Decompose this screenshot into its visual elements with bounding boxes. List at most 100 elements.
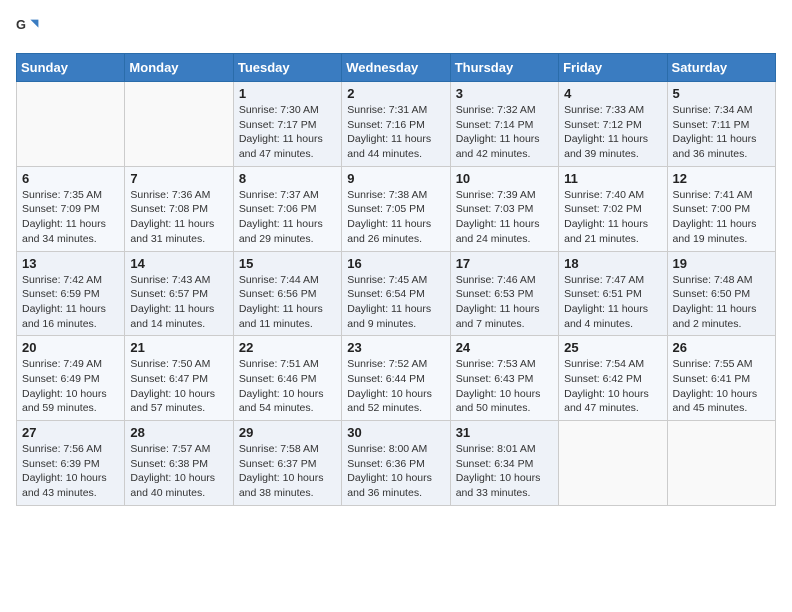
day-info: Sunrise: 7:54 AM Sunset: 6:42 PM Dayligh… xyxy=(564,357,661,416)
day-info: Sunrise: 7:34 AM Sunset: 7:11 PM Dayligh… xyxy=(673,103,770,162)
calendar-weekday-tuesday: Tuesday xyxy=(233,54,341,82)
calendar-cell: 27 Sunrise: 7:56 AM Sunset: 6:39 PM Dayli… xyxy=(17,421,125,506)
calendar-cell: 26Sunrise: 7:55 AM Sunset: 6:41 PM Dayli… xyxy=(667,336,775,421)
day-number: 28 xyxy=(130,425,227,440)
day-info: Sunrise: 7:33 AM Sunset: 7:12 PM Dayligh… xyxy=(564,103,661,162)
day-number: 5 xyxy=(673,86,770,101)
day-info: Sunrise: 7:53 AM Sunset: 6:43 PM Dayligh… xyxy=(456,357,553,416)
day-info: Sunrise: 8:00 AM Sunset: 6:36 PM Dayligh… xyxy=(347,442,444,501)
calendar-cell: 30 Sunrise: 8:00 AM Sunset: 6:36 PM Dayli… xyxy=(342,421,450,506)
day-number: 17 xyxy=(456,256,553,271)
calendar-cell xyxy=(559,421,667,506)
calendar-week-row: 13 Sunrise: 7:42 AM Sunset: 6:59 PM Dayli… xyxy=(17,251,776,336)
day-info: Sunrise: 7:31 AM Sunset: 7:16 PM Dayligh… xyxy=(347,103,444,162)
day-number: 1 xyxy=(239,86,336,101)
day-number: 3 xyxy=(456,86,553,101)
day-info: Sunrise: 7:56 AM Sunset: 6:39 PM Dayligh… xyxy=(22,442,119,501)
calendar-cell: 9 Sunrise: 7:38 AM Sunset: 7:05 PM Daylig… xyxy=(342,166,450,251)
calendar-cell: 31 Sunrise: 8:01 AM Sunset: 6:34 PM Dayli… xyxy=(450,421,558,506)
calendar-week-row: 1 Sunrise: 7:30 AM Sunset: 7:17 PM Daylig… xyxy=(17,82,776,167)
day-info: Sunrise: 7:49 AM Sunset: 6:49 PM Dayligh… xyxy=(22,357,119,416)
logo-graphic: G xyxy=(16,16,40,41)
day-info: Sunrise: 7:50 AM Sunset: 6:47 PM Dayligh… xyxy=(130,357,227,416)
day-number: 18 xyxy=(564,256,661,271)
svg-text:G: G xyxy=(16,17,26,32)
day-number: 24 xyxy=(456,340,553,355)
calendar-cell: 2 Sunrise: 7:31 AM Sunset: 7:16 PM Daylig… xyxy=(342,82,450,167)
day-info: Sunrise: 7:35 AM Sunset: 7:09 PM Dayligh… xyxy=(22,188,119,247)
day-number: 6 xyxy=(22,171,119,186)
day-number: 16 xyxy=(347,256,444,271)
day-number: 19 xyxy=(673,256,770,271)
day-info: Sunrise: 7:44 AM Sunset: 6:56 PM Dayligh… xyxy=(239,273,336,332)
day-number: 7 xyxy=(130,171,227,186)
day-number: 2 xyxy=(347,86,444,101)
calendar-cell: 13 Sunrise: 7:42 AM Sunset: 6:59 PM Dayli… xyxy=(17,251,125,336)
calendar-cell: 14 Sunrise: 7:43 AM Sunset: 6:57 PM Dayli… xyxy=(125,251,233,336)
calendar-cell: 20 Sunrise: 7:49 AM Sunset: 6:49 PM Dayli… xyxy=(17,336,125,421)
calendar-weekday-friday: Friday xyxy=(559,54,667,82)
day-info: Sunrise: 7:46 AM Sunset: 6:53 PM Dayligh… xyxy=(456,273,553,332)
day-number: 15 xyxy=(239,256,336,271)
calendar-weekday-wednesday: Wednesday xyxy=(342,54,450,82)
day-number: 13 xyxy=(22,256,119,271)
calendar-cell: 7 Sunrise: 7:36 AM Sunset: 7:08 PM Daylig… xyxy=(125,166,233,251)
calendar-cell: 19 Sunrise: 7:48 AM Sunset: 6:50 PM Dayli… xyxy=(667,251,775,336)
calendar-cell: 17 Sunrise: 7:46 AM Sunset: 6:53 PM Dayli… xyxy=(450,251,558,336)
day-info: Sunrise: 7:32 AM Sunset: 7:14 PM Dayligh… xyxy=(456,103,553,162)
day-number: 9 xyxy=(347,171,444,186)
day-info: Sunrise: 7:41 AM Sunset: 7:00 PM Dayligh… xyxy=(673,188,770,247)
calendar-week-row: 27 Sunrise: 7:56 AM Sunset: 6:39 PM Dayli… xyxy=(17,421,776,506)
calendar-cell xyxy=(17,82,125,167)
logo: G xyxy=(16,16,44,41)
day-number: 30 xyxy=(347,425,444,440)
calendar-cell: 25 Sunrise: 7:54 AM Sunset: 6:42 PM Dayli… xyxy=(559,336,667,421)
calendar-cell: 4 Sunrise: 7:33 AM Sunset: 7:12 PM Daylig… xyxy=(559,82,667,167)
calendar-cell: 28 Sunrise: 7:57 AM Sunset: 6:38 PM Dayli… xyxy=(125,421,233,506)
page-header: G xyxy=(16,16,776,41)
day-number: 25 xyxy=(564,340,661,355)
calendar-cell: 1 Sunrise: 7:30 AM Sunset: 7:17 PM Daylig… xyxy=(233,82,341,167)
day-info: Sunrise: 7:30 AM Sunset: 7:17 PM Dayligh… xyxy=(239,103,336,162)
calendar-weekday-monday: Monday xyxy=(125,54,233,82)
day-info: Sunrise: 7:38 AM Sunset: 7:05 PM Dayligh… xyxy=(347,188,444,247)
day-info: Sunrise: 7:37 AM Sunset: 7:06 PM Dayligh… xyxy=(239,188,336,247)
day-number: 8 xyxy=(239,171,336,186)
calendar-cell: 12 Sunrise: 7:41 AM Sunset: 7:00 PM Dayli… xyxy=(667,166,775,251)
day-number: 20 xyxy=(22,340,119,355)
day-number: 27 xyxy=(22,425,119,440)
calendar-cell: 8 Sunrise: 7:37 AM Sunset: 7:06 PM Daylig… xyxy=(233,166,341,251)
calendar-week-row: 20 Sunrise: 7:49 AM Sunset: 6:49 PM Dayli… xyxy=(17,336,776,421)
calendar-weekday-saturday: Saturday xyxy=(667,54,775,82)
calendar-weekday-thursday: Thursday xyxy=(450,54,558,82)
calendar-table: SundayMondayTuesdayWednesdayThursdayFrid… xyxy=(16,53,776,506)
day-info: Sunrise: 7:43 AM Sunset: 6:57 PM Dayligh… xyxy=(130,273,227,332)
calendar-cell: 6 Sunrise: 7:35 AM Sunset: 7:09 PM Daylig… xyxy=(17,166,125,251)
day-number: 31 xyxy=(456,425,553,440)
day-number: 14 xyxy=(130,256,227,271)
day-info: Sunrise: 7:57 AM Sunset: 6:38 PM Dayligh… xyxy=(130,442,227,501)
day-info: Sunrise: 7:40 AM Sunset: 7:02 PM Dayligh… xyxy=(564,188,661,247)
day-info: Sunrise: 7:36 AM Sunset: 7:08 PM Dayligh… xyxy=(130,188,227,247)
day-number: 10 xyxy=(456,171,553,186)
day-info: Sunrise: 8:01 AM Sunset: 6:34 PM Dayligh… xyxy=(456,442,553,501)
calendar-cell: 10 Sunrise: 7:39 AM Sunset: 7:03 PM Dayli… xyxy=(450,166,558,251)
calendar-cell: 29Sunrise: 7:58 AM Sunset: 6:37 PM Dayli… xyxy=(233,421,341,506)
calendar-cell: 18 Sunrise: 7:47 AM Sunset: 6:51 PM Dayli… xyxy=(559,251,667,336)
day-info: Sunrise: 7:47 AM Sunset: 6:51 PM Dayligh… xyxy=(564,273,661,332)
day-info: Sunrise: 7:42 AM Sunset: 6:59 PM Dayligh… xyxy=(22,273,119,332)
calendar-cell: 3 Sunrise: 7:32 AM Sunset: 7:14 PM Daylig… xyxy=(450,82,558,167)
calendar-cell xyxy=(667,421,775,506)
day-info: Sunrise: 7:45 AM Sunset: 6:54 PM Dayligh… xyxy=(347,273,444,332)
day-number: 4 xyxy=(564,86,661,101)
calendar-weekday-sunday: Sunday xyxy=(17,54,125,82)
day-info: Sunrise: 7:58 AM Sunset: 6:37 PM Dayligh… xyxy=(239,442,336,501)
day-info: Sunrise: 7:48 AM Sunset: 6:50 PM Dayligh… xyxy=(673,273,770,332)
calendar-cell: 15 Sunrise: 7:44 AM Sunset: 6:56 PM Dayli… xyxy=(233,251,341,336)
calendar-cell: 23Sunrise: 7:52 AM Sunset: 6:44 PM Dayli… xyxy=(342,336,450,421)
day-number: 12 xyxy=(673,171,770,186)
day-info: Sunrise: 7:39 AM Sunset: 7:03 PM Dayligh… xyxy=(456,188,553,247)
day-number: 23 xyxy=(347,340,444,355)
calendar-cell: 11Sunrise: 7:40 AM Sunset: 7:02 PM Dayli… xyxy=(559,166,667,251)
day-number: 26 xyxy=(673,340,770,355)
